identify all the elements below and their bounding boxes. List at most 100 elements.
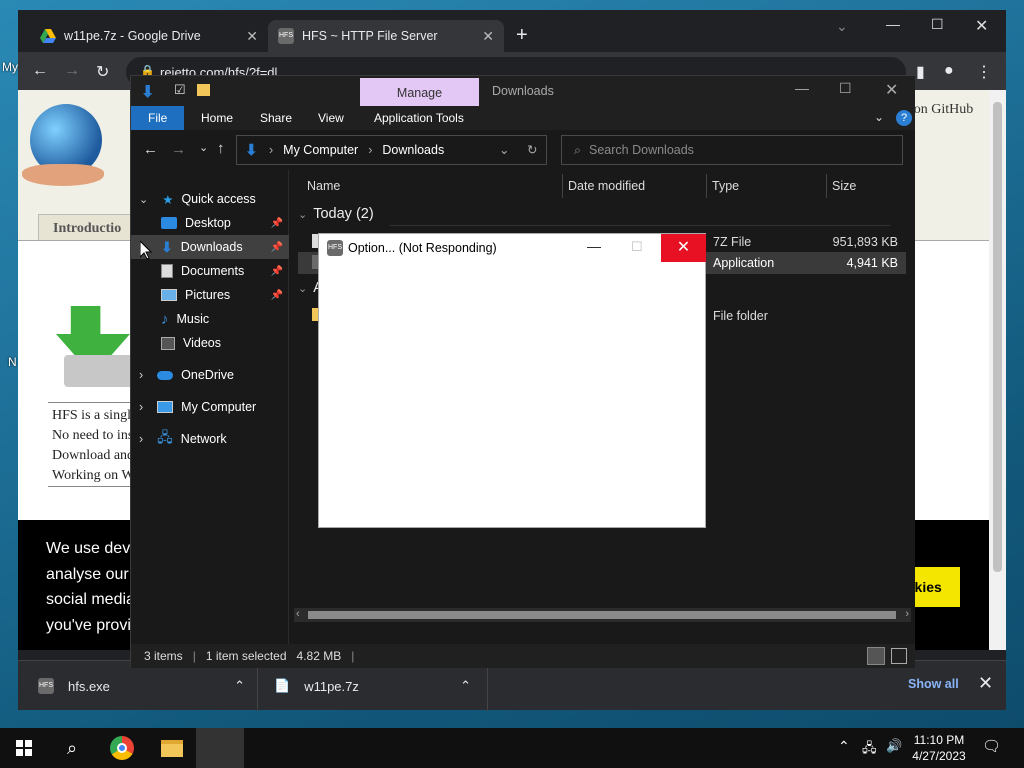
close-icon[interactable]: ✕ xyxy=(978,673,993,694)
chevron-down-icon[interactable]: ⌄ xyxy=(298,282,307,295)
nav-downloads[interactable]: ⬇ Downloads 📌 xyxy=(131,235,289,259)
close-tab-icon[interactable]: ✕ xyxy=(246,28,258,45)
tab-hfs[interactable]: HFS HFS ~ HTTP File Server ✕ xyxy=(268,20,504,52)
clock[interactable]: 11:10 PM 4/27/2023 xyxy=(908,732,970,764)
profile-icon[interactable]: ● xyxy=(944,62,954,80)
desktop-icon-label[interactable]: N xyxy=(8,355,17,369)
nav-documents[interactable]: Documents 📌 xyxy=(131,259,289,283)
back-icon[interactable]: ← xyxy=(143,141,158,158)
horizontal-scrollbar[interactable]: ‹ › xyxy=(294,608,911,622)
refresh-icon[interactable]: ↻ xyxy=(527,142,537,157)
chevron-down-icon[interactable]: ⌄ xyxy=(874,110,884,124)
network-icon[interactable]: 🖧 xyxy=(862,739,877,761)
minimize-button[interactable]: — xyxy=(587,238,601,254)
start-button[interactable] xyxy=(0,728,48,768)
nav-pictures[interactable]: Pictures 📌 xyxy=(131,283,289,307)
scrollbar-thumb[interactable] xyxy=(993,102,1002,572)
desktop-icon-label[interactable]: My xyxy=(2,60,18,74)
group-header-today[interactable]: ⌄ Today (2) xyxy=(298,206,374,222)
column-date-modified[interactable]: Date modified xyxy=(568,174,645,198)
pin-icon[interactable]: 📌 xyxy=(271,266,283,277)
close-button[interactable]: ✕ xyxy=(975,16,988,36)
ribbon-tab-file[interactable]: File xyxy=(131,106,185,130)
pin-icon[interactable]: 📌 xyxy=(271,218,283,229)
chevron-down-icon[interactable]: ⌄ xyxy=(139,193,148,206)
reload-icon[interactable]: ↻ xyxy=(96,62,109,82)
chevron-right-icon[interactable]: › xyxy=(139,400,143,414)
nav-my-computer[interactable]: › My Computer xyxy=(131,395,289,419)
ribbon-tab-application-tools[interactable]: Application Tools xyxy=(362,106,476,130)
minimize-button[interactable]: — xyxy=(886,16,900,32)
column-size[interactable]: Size xyxy=(832,174,856,198)
show-all-link[interactable]: Show all xyxy=(908,677,959,691)
chevron-right-icon[interactable]: › xyxy=(139,432,143,446)
column-divider[interactable] xyxy=(706,174,707,198)
notifications-icon[interactable]: 🗨 xyxy=(982,737,1001,755)
forward-icon[interactable]: → xyxy=(171,141,186,158)
close-button[interactable]: ✕ xyxy=(885,80,898,100)
file-explorer-taskbar-button[interactable] xyxy=(148,728,196,768)
chevron-up-icon[interactable]: ⌃ xyxy=(234,678,245,694)
manage-tab[interactable]: Manage xyxy=(360,78,479,106)
close-button[interactable]: ✕ xyxy=(661,234,706,262)
search-icon[interactable]: ⌕ xyxy=(48,728,96,768)
column-type[interactable]: Type xyxy=(712,174,739,198)
pin-icon[interactable]: 📌 xyxy=(271,290,283,301)
minimize-button[interactable]: — xyxy=(795,80,809,96)
ribbon-tab-share[interactable]: Share xyxy=(248,106,304,130)
volume-icon[interactable]: 🔊 xyxy=(886,738,902,754)
page-scrollbar[interactable] xyxy=(989,90,1006,650)
not-responding-dialog[interactable]: HFS Option... (Not Responding) — ☐ ✕ xyxy=(318,233,706,528)
pictures-icon xyxy=(161,289,177,301)
properties-icon[interactable]: ☑ xyxy=(174,82,186,98)
back-icon[interactable]: ← xyxy=(32,62,48,80)
sidepanel-icon[interactable]: ▮ xyxy=(916,62,925,82)
breadcrumb-my-computer[interactable]: My Computer xyxy=(283,143,358,157)
file-type: Application xyxy=(713,256,775,270)
chevron-down-icon[interactable]: ⌄ xyxy=(199,141,208,154)
hfs-taskbar-button[interactable] xyxy=(196,728,244,768)
ribbon-tab-home[interactable]: Home xyxy=(189,106,245,130)
maximize-button[interactable]: ☐ xyxy=(931,16,944,33)
scrollbar-thumb[interactable] xyxy=(308,611,896,619)
column-divider[interactable] xyxy=(562,174,563,198)
address-bar[interactable]: ⬇ › My Computer › Downloads ⌄ ↻ xyxy=(236,135,547,165)
new-folder-icon[interactable] xyxy=(197,84,210,96)
column-divider[interactable] xyxy=(826,174,827,198)
breadcrumb-downloads[interactable]: Downloads xyxy=(382,143,444,157)
chrome-taskbar-button[interactable] xyxy=(98,728,146,768)
pin-icon[interactable]: 📌 xyxy=(271,242,283,253)
chevron-down-icon[interactable]: ⌄ xyxy=(298,208,307,221)
download-item-hfs[interactable]: HFS hfs.exe ⌃ xyxy=(18,661,258,711)
chevron-up-icon[interactable]: ⌃ xyxy=(460,678,471,694)
details-view-icon[interactable] xyxy=(867,647,885,665)
tab-google-drive[interactable]: w11pe.7z - Google Drive ✕ xyxy=(30,20,268,52)
scroll-left-icon[interactable]: ‹ xyxy=(296,608,300,620)
chevron-up-icon[interactable]: ⌃ xyxy=(838,738,850,755)
ribbon-tab-view[interactable]: View xyxy=(306,106,356,130)
nav-onedrive[interactable]: › OneDrive xyxy=(131,363,289,387)
maximize-button[interactable]: ☐ xyxy=(631,239,643,255)
forward-icon[interactable]: → xyxy=(64,62,80,80)
close-tab-icon[interactable]: ✕ xyxy=(482,28,494,45)
nav-desktop[interactable]: Desktop 📌 xyxy=(131,211,289,235)
nav-music[interactable]: ♪ Music xyxy=(131,307,289,331)
column-name[interactable]: Name xyxy=(307,174,340,198)
nav-network[interactable]: › 🖧 Network xyxy=(131,427,289,451)
menu-icon[interactable]: ⋮ xyxy=(976,62,992,82)
nav-quick-access[interactable]: ⌄ ★ Quick access xyxy=(131,187,289,211)
new-tab-button[interactable]: + xyxy=(516,24,528,47)
chevron-down-icon[interactable]: ⌄ xyxy=(499,142,509,157)
hand-logo xyxy=(22,164,104,186)
tab-search-icon[interactable]: ⌄ xyxy=(836,18,848,35)
tab-introduction[interactable]: Introductio xyxy=(38,214,138,240)
search-input[interactable]: ⌕ Search Downloads xyxy=(561,135,903,165)
up-icon[interactable]: ↑ xyxy=(217,140,225,157)
scroll-right-icon[interactable]: › xyxy=(905,608,909,620)
chevron-right-icon[interactable]: › xyxy=(139,368,143,382)
maximize-button[interactable]: ☐ xyxy=(839,80,852,97)
help-icon[interactable]: ? xyxy=(896,110,912,126)
nav-videos[interactable]: Videos xyxy=(131,331,289,355)
tiles-view-icon[interactable] xyxy=(891,648,907,664)
download-item-w11pe[interactable]: 📄 w11pe.7z ⌃ xyxy=(258,661,488,711)
